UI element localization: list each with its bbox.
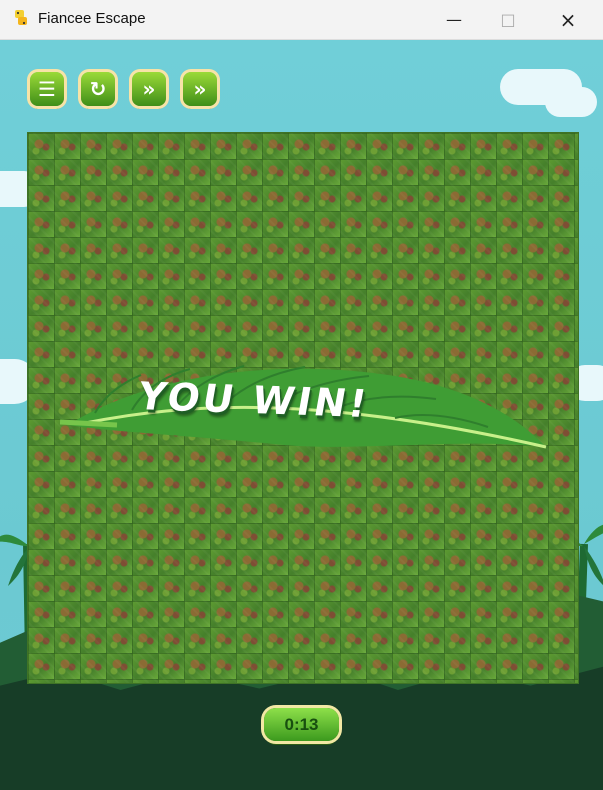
fast-forward-button[interactable]: » bbox=[132, 72, 166, 106]
minimize-button[interactable]: — bbox=[431, 0, 477, 39]
fast-forward-icon: » bbox=[142, 77, 156, 101]
restart-icon: ↻ bbox=[89, 77, 107, 101]
win-message: YOU WIN! bbox=[134, 373, 373, 427]
close-button[interactable]: × bbox=[545, 0, 591, 39]
title-bar: Fiancee Escape — □ × bbox=[0, 0, 603, 40]
game-timer: 0:13 bbox=[264, 708, 339, 741]
python-logo-icon bbox=[15, 10, 27, 25]
next-level-button[interactable]: » bbox=[183, 72, 217, 106]
window-title: Fiancee Escape bbox=[38, 10, 146, 27]
cloud-right-small bbox=[545, 87, 597, 117]
list-icon: ☰ bbox=[38, 77, 56, 101]
maximize-button[interactable]: □ bbox=[485, 0, 531, 39]
game-window: Fiancee Escape — □ × ☰ ↻ » » YOU WIN! 0:… bbox=[0, 0, 603, 790]
menu-button[interactable]: ☰ bbox=[30, 72, 64, 106]
restart-button[interactable]: ↻ bbox=[81, 72, 115, 106]
next-icon: » bbox=[193, 77, 207, 101]
